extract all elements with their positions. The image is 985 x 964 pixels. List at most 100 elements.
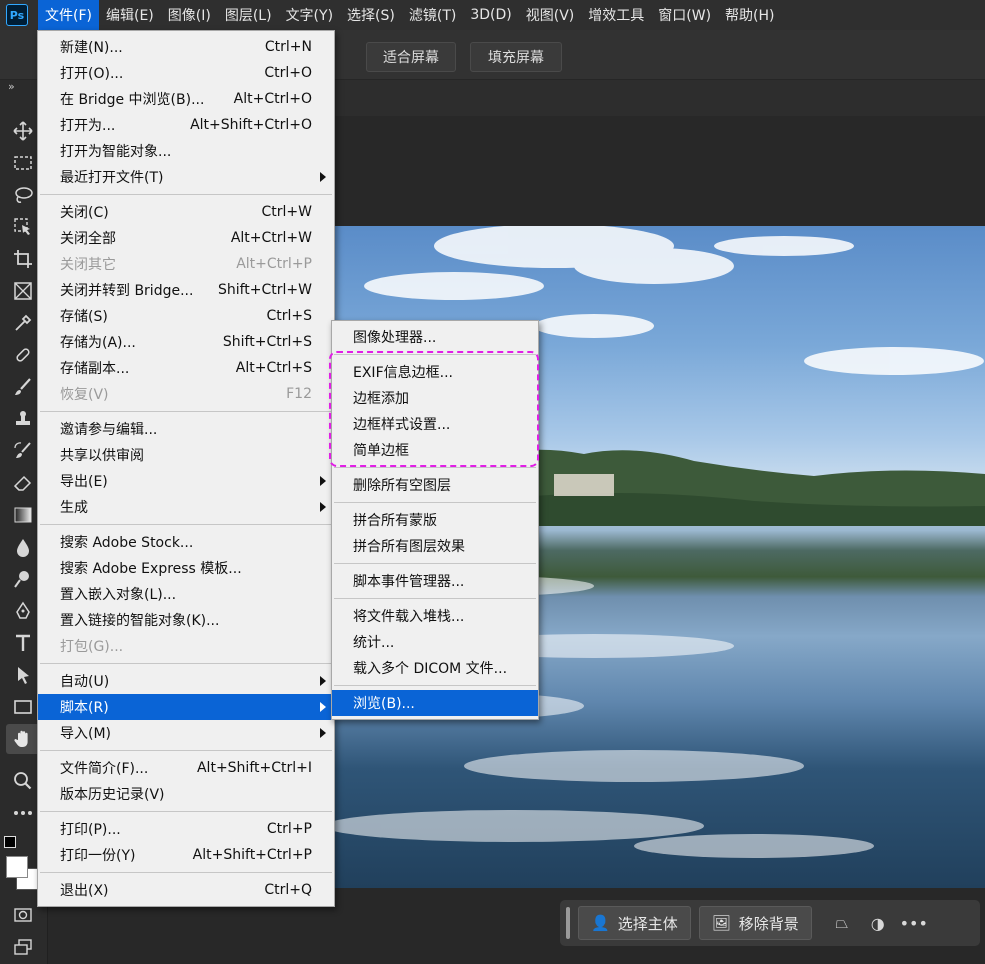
- menu-item-open-as[interactable]: 打开为... Alt+Shift+Ctrl+O: [38, 112, 334, 138]
- menu-item-recent-files[interactable]: 最近打开文件(T): [38, 164, 334, 190]
- menu-item-new[interactable]: 新建(N)... Ctrl+N: [38, 34, 334, 60]
- clone-stamp-icon[interactable]: [6, 404, 40, 434]
- menu-separator: [40, 524, 332, 525]
- menu-item-export[interactable]: 导出(E): [38, 468, 334, 494]
- menu-item-load-stack[interactable]: 将文件载入堆栈...: [332, 603, 538, 629]
- menu-item-delete-empty-layers[interactable]: 删除所有空图层: [332, 472, 538, 498]
- screen-mode-icon[interactable]: [6, 932, 40, 962]
- menu-help[interactable]: 帮助(H): [718, 0, 781, 30]
- move-icon[interactable]: [6, 116, 40, 146]
- menu-item-border-style[interactable]: 边框样式设置...: [332, 411, 538, 437]
- pen-icon[interactable]: [6, 596, 40, 626]
- fit-screen-button[interactable]: 适合屏幕: [366, 42, 456, 72]
- menu-item-image-processor[interactable]: 图像处理器...: [332, 324, 538, 350]
- select-subject-button[interactable]: 👤 选择主体: [578, 906, 691, 940]
- image-icon: 🖼: [711, 914, 731, 932]
- menu-item-print[interactable]: 打印(P)... Ctrl+P: [38, 816, 334, 842]
- menu-item-flatten-masks[interactable]: 拼合所有蒙版: [332, 507, 538, 533]
- history-brush-icon[interactable]: [6, 436, 40, 466]
- menu-item-statistics[interactable]: 统计...: [332, 629, 538, 655]
- menu-filter[interactable]: 滤镜(T): [402, 0, 463, 30]
- menu-select[interactable]: 选择(S): [340, 0, 402, 30]
- menu-item-close-all[interactable]: 关闭全部 Alt+Ctrl+W: [38, 225, 334, 251]
- menu-item-place-embedded[interactable]: 置入嵌入对象(L)...: [38, 581, 334, 607]
- menu-item-generate[interactable]: 生成: [38, 494, 334, 520]
- rectangle-icon[interactable]: [6, 692, 40, 722]
- quick-mask-icon[interactable]: [6, 900, 40, 930]
- lasso-icon[interactable]: [6, 180, 40, 210]
- menu-item-browse[interactable]: 浏览(B)...: [332, 690, 538, 716]
- menu-item-load-dicom[interactable]: 载入多个 DICOM 文件...: [332, 655, 538, 681]
- menu-item-version-history[interactable]: 版本历史记录(V): [38, 781, 334, 807]
- remove-background-button[interactable]: 🖼 移除背景: [698, 906, 812, 940]
- path-select-icon[interactable]: [6, 660, 40, 690]
- menu-item-import[interactable]: 导入(M): [38, 720, 334, 746]
- menu-window[interactable]: 窗口(W): [651, 0, 718, 30]
- menu-item-place-linked[interactable]: 置入链接的智能对象(K)...: [38, 607, 334, 633]
- dodge-icon[interactable]: [6, 564, 40, 594]
- collapse-toolbar-icon[interactable]: »: [8, 80, 15, 93]
- menu-item-scripts[interactable]: 脚本(R): [38, 694, 334, 720]
- crop-icon[interactable]: [6, 244, 40, 274]
- photoshop-logo: Ps: [6, 4, 28, 26]
- frame-icon[interactable]: [6, 276, 40, 306]
- menu-file[interactable]: 文件(F): [38, 0, 99, 30]
- menu-item-exif-border[interactable]: EXIF信息边框...: [332, 359, 538, 385]
- hand-icon[interactable]: [6, 724, 40, 754]
- menu-edit[interactable]: 编辑(E): [99, 0, 161, 30]
- zoom-icon[interactable]: [6, 766, 40, 796]
- menu-layer[interactable]: 图层(L): [218, 0, 279, 30]
- menu-separator: [40, 411, 332, 412]
- menu-item-close[interactable]: 关闭(C) Ctrl+W: [38, 199, 334, 225]
- menu-item-browse-bridge[interactable]: 在 Bridge 中浏览(B)... Alt+Ctrl+O: [38, 86, 334, 112]
- menu-item-search-stock[interactable]: 搜索 Adobe Stock...: [38, 529, 334, 555]
- menu-item-print-one[interactable]: 打印一份(Y) Alt+Shift+Ctrl+P: [38, 842, 334, 868]
- menu-type[interactable]: 文字(Y): [279, 0, 340, 30]
- brush-icon[interactable]: [6, 372, 40, 402]
- menu-separator: [40, 750, 332, 751]
- drag-handle-icon[interactable]: [566, 907, 570, 939]
- menu-item-share-review[interactable]: 共享以供审阅: [38, 442, 334, 468]
- default-colors-icon[interactable]: [4, 836, 16, 848]
- menu-item-open[interactable]: 打开(O)... Ctrl+O: [38, 60, 334, 86]
- menu-item-close-go-bridge[interactable]: 关闭并转到 Bridge... Shift+Ctrl+W: [38, 277, 334, 303]
- fill-screen-button[interactable]: 填充屏幕: [470, 42, 562, 72]
- menu-item-invite[interactable]: 邀请参与编辑...: [38, 416, 334, 442]
- foreground-color-swatch[interactable]: [6, 856, 28, 878]
- menu-item-automate[interactable]: 自动(U): [38, 668, 334, 694]
- menu-item-script-events[interactable]: 脚本事件管理器...: [332, 568, 538, 594]
- eyedropper-icon[interactable]: [6, 308, 40, 338]
- menu-item-save-as[interactable]: 存储为(A)... Shift+Ctrl+S: [38, 329, 334, 355]
- menu-separator: [334, 563, 536, 564]
- menu-plugins[interactable]: 增效工具: [581, 0, 651, 30]
- type-icon[interactable]: [6, 628, 40, 658]
- healing-brush-icon[interactable]: [6, 340, 40, 370]
- menu-item-close-others: 关闭其它 Alt+Ctrl+P: [60, 256, 312, 273]
- menu-item-search-express[interactable]: 搜索 Adobe Express 模板...: [38, 555, 334, 581]
- object-select-icon[interactable]: [6, 212, 40, 242]
- person-icon: 👤: [591, 914, 610, 932]
- menu-item-file-info[interactable]: 文件简介(F)... Alt+Shift+Ctrl+I: [38, 755, 334, 781]
- marquee-icon[interactable]: [6, 148, 40, 178]
- menu-item-simple-border[interactable]: 简单边框: [332, 437, 538, 463]
- adjustment-icon[interactable]: ◑: [860, 906, 896, 940]
- menu-item-save[interactable]: 存储(S) Ctrl+S: [38, 303, 334, 329]
- menu-item-save-copy[interactable]: 存储副本... Alt+Ctrl+S: [38, 355, 334, 381]
- more-icon[interactable]: [6, 798, 40, 828]
- menu-view[interactable]: 视图(V): [519, 0, 582, 30]
- menu-item-open-smart-object[interactable]: 打开为智能对象...: [38, 138, 334, 164]
- menu-3d[interactable]: 3D(D): [463, 0, 518, 30]
- select-subject-label: 选择主体: [617, 914, 678, 933]
- blur-icon[interactable]: [6, 532, 40, 562]
- more-options-icon[interactable]: •••: [896, 906, 932, 940]
- contextual-task-bar: 👤 选择主体 🖼 移除背景 ⏢ ◑ •••: [560, 900, 980, 946]
- menu-separator: [334, 598, 536, 599]
- eraser-icon[interactable]: [6, 468, 40, 498]
- menu-image[interactable]: 图像(I): [161, 0, 218, 30]
- menu-item-add-border[interactable]: 边框添加: [332, 385, 538, 411]
- gradient-icon[interactable]: [6, 500, 40, 530]
- transform-icon[interactable]: ⏢: [824, 906, 860, 940]
- submenu-arrow-icon: [320, 702, 326, 712]
- menu-item-flatten-effects[interactable]: 拼合所有图层效果: [332, 533, 538, 559]
- menu-item-exit[interactable]: 退出(X) Ctrl+Q: [38, 877, 334, 903]
